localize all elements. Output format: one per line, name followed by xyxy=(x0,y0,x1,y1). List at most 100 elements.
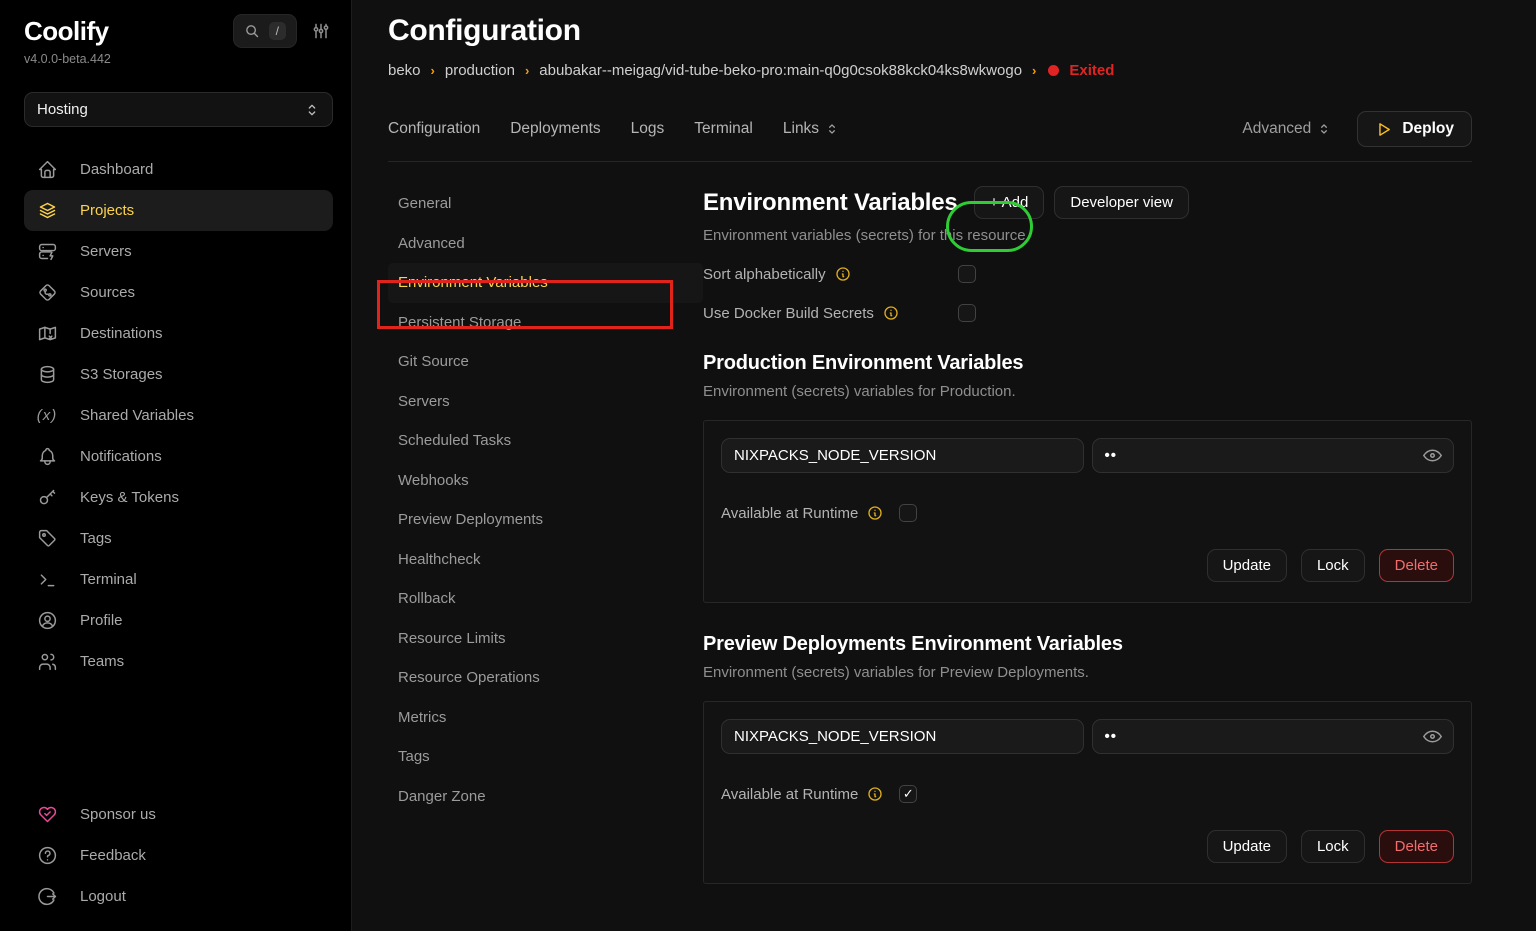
filter-button[interactable] xyxy=(309,19,333,43)
status-dot xyxy=(1048,65,1059,76)
sidebar-item-tags[interactable]: Tags xyxy=(24,518,333,559)
sidebar-item-label: Dashboard xyxy=(80,161,153,178)
available-at-runtime-row: Available at Runtime xyxy=(721,785,1454,803)
sidebar-item-notifications[interactable]: Notifications xyxy=(24,436,333,477)
tab-configuration[interactable]: Configuration xyxy=(388,120,480,138)
advanced-select[interactable]: Advanced xyxy=(1242,120,1331,138)
subnav-item-healthcheck[interactable]: Healthcheck xyxy=(388,540,703,580)
available-at-runtime-row: Available at Runtime xyxy=(721,504,1454,522)
sidebar-item-label: Feedback xyxy=(80,847,146,864)
settings-subnav: General Advanced Environment Variables P… xyxy=(388,184,703,884)
sidebar-item-terminal[interactable]: Terminal xyxy=(24,559,333,600)
sidebar-item-sponsor-us[interactable]: Sponsor us xyxy=(24,794,333,835)
sidebar-item-shared-variables[interactable]: (x) Shared Variables xyxy=(24,395,333,436)
sidebar-item-feedback[interactable]: Feedback xyxy=(24,835,333,876)
chevron-updown-icon xyxy=(1317,122,1331,136)
page-title: Configuration xyxy=(388,14,1472,48)
sliders-icon xyxy=(311,21,331,41)
subnav-item-scheduled-tasks[interactable]: Scheduled Tasks xyxy=(388,421,703,461)
subnav-item-git-source[interactable]: Git Source xyxy=(388,342,703,382)
sidebar-item-dashboard[interactable]: Dashboard xyxy=(24,149,333,190)
sidebar-item-keys-tokens[interactable]: Keys & Tokens xyxy=(24,477,333,518)
info-icon[interactable] xyxy=(883,305,899,321)
subnav-item-general[interactable]: General xyxy=(388,184,703,224)
subnav-item-danger-zone[interactable]: Danger Zone xyxy=(388,777,703,817)
sidebar-item-label: Tags xyxy=(80,530,112,547)
docker-build-secrets-row: Use Docker Build Secrets xyxy=(703,304,1472,322)
docker-build-secrets-checkbox[interactable] xyxy=(958,304,976,322)
logout-icon xyxy=(36,886,58,907)
subnav-item-resource-limits[interactable]: Resource Limits xyxy=(388,619,703,659)
available-at-runtime-checkbox[interactable] xyxy=(899,504,917,522)
subnav-item-advanced[interactable]: Advanced xyxy=(388,224,703,264)
sidebar-item-profile[interactable]: Profile xyxy=(24,600,333,641)
subnav-item-resource-operations[interactable]: Resource Operations xyxy=(388,658,703,698)
section-subtitle: Environment variables (secrets) for this… xyxy=(703,227,1472,244)
env-value-input[interactable] xyxy=(1092,719,1455,754)
sidebar-item-s3-storages[interactable]: S3 Storages xyxy=(24,354,333,395)
eye-icon[interactable] xyxy=(1422,726,1443,747)
subnav-item-rollback[interactable]: Rollback xyxy=(388,579,703,619)
sidebar: Coolify / v4.0.0-beta.442 Hosting Dashbo… xyxy=(0,0,352,931)
delete-button[interactable]: Delete xyxy=(1379,830,1454,863)
subnav-item-tags[interactable]: Tags xyxy=(388,737,703,777)
developer-view-button[interactable]: Developer view xyxy=(1054,186,1189,219)
subnav-item-environment-variables[interactable]: Environment Variables xyxy=(388,263,703,303)
eye-icon[interactable] xyxy=(1422,445,1443,466)
deploy-button[interactable]: Deploy xyxy=(1357,111,1472,147)
sort-alphabetically-row: Sort alphabetically xyxy=(703,265,1472,283)
breadcrumb-team[interactable]: beko xyxy=(388,62,421,79)
add-button[interactable]: + Add xyxy=(974,186,1045,219)
search-shortcut-key: / xyxy=(269,22,286,40)
tab-terminal[interactable]: Terminal xyxy=(694,120,753,138)
tab-deployments[interactable]: Deployments xyxy=(510,120,600,138)
subnav-item-metrics[interactable]: Metrics xyxy=(388,698,703,738)
breadcrumb-environment[interactable]: production xyxy=(445,62,515,79)
team-select-value: Hosting xyxy=(37,101,88,118)
env-variable-card-production: Available at Runtime Update Lock Delete xyxy=(703,420,1472,603)
sidebar-item-teams[interactable]: Teams xyxy=(24,641,333,682)
heart-icon xyxy=(36,804,58,825)
sidebar-item-destinations[interactable]: Destinations xyxy=(24,313,333,354)
available-at-runtime-checkbox[interactable] xyxy=(899,785,917,803)
lock-button[interactable]: Lock xyxy=(1301,830,1365,863)
sidebar-footer: Sponsor us Feedback Logout xyxy=(24,794,333,917)
play-icon xyxy=(1375,121,1392,138)
key-icon xyxy=(36,487,58,508)
breadcrumb-resource[interactable]: abubakar--meigag/vid-tube-beko-pro:main-… xyxy=(539,62,1022,79)
env-name-input[interactable] xyxy=(721,438,1084,473)
subnav-item-webhooks[interactable]: Webhooks xyxy=(388,461,703,501)
update-button[interactable]: Update xyxy=(1207,830,1287,863)
team-select[interactable]: Hosting xyxy=(24,92,333,127)
user-icon xyxy=(36,610,58,631)
server-icon xyxy=(36,241,58,262)
app-logo: Coolify xyxy=(24,16,109,47)
tab-logs[interactable]: Logs xyxy=(631,120,665,138)
lock-button[interactable]: Lock xyxy=(1301,549,1365,582)
tab-links[interactable]: Links xyxy=(783,120,839,138)
sidebar-item-label: S3 Storages xyxy=(80,366,163,383)
env-name-input[interactable] xyxy=(721,719,1084,754)
sidebar-item-servers[interactable]: Servers xyxy=(24,231,333,272)
tab-links-label: Links xyxy=(783,120,819,138)
subnav-item-preview-deployments[interactable]: Preview Deployments xyxy=(388,500,703,540)
docker-build-secrets-label: Use Docker Build Secrets xyxy=(703,305,874,322)
sidebar-item-projects[interactable]: Projects xyxy=(24,190,333,231)
search-button[interactable]: / xyxy=(233,14,297,48)
sidebar-item-label: Sources xyxy=(80,284,135,301)
sidebar-item-sources[interactable]: Sources xyxy=(24,272,333,313)
update-button[interactable]: Update xyxy=(1207,549,1287,582)
env-value-input[interactable] xyxy=(1092,438,1455,473)
bell-icon xyxy=(36,446,58,467)
sidebar-item-logout[interactable]: Logout xyxy=(24,876,333,917)
sort-alphabetically-checkbox[interactable] xyxy=(958,265,976,283)
subnav-item-servers[interactable]: Servers xyxy=(388,382,703,422)
database-icon xyxy=(36,364,58,385)
delete-button[interactable]: Delete xyxy=(1379,549,1454,582)
status-badge: Exited xyxy=(1069,62,1114,79)
info-icon[interactable] xyxy=(867,786,883,802)
sidebar-nav: Dashboard Projects Servers Sources Desti… xyxy=(24,149,333,682)
info-icon[interactable] xyxy=(867,505,883,521)
info-icon[interactable] xyxy=(835,266,851,282)
subnav-item-persistent-storage[interactable]: Persistent Storage xyxy=(388,303,703,343)
